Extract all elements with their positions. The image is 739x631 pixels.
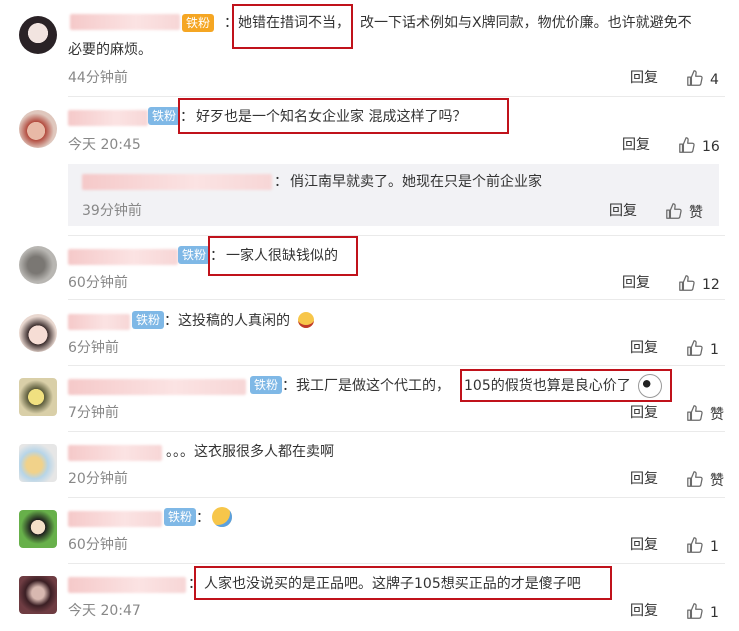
fan-badge: 铁粉 — [178, 246, 211, 264]
grinning-emoji-icon — [298, 312, 315, 328]
username-blurred[interactable] — [68, 577, 186, 593]
timestamp: 今天 20:45 — [68, 137, 141, 153]
thumbs-up-icon — [678, 274, 696, 292]
like-button[interactable]: 12 — [678, 274, 720, 294]
username-blurred[interactable] — [68, 445, 162, 461]
avatar[interactable] — [19, 510, 57, 548]
reply-text: 俏江南早就卖了。她现在只是个前企业家 — [290, 174, 542, 190]
badge-label: 铁粉 — [254, 378, 279, 392]
fan-badge: 铁粉 — [132, 311, 165, 329]
nested-reply: ： 俏江南早就卖了。她现在只是个前企业家 39分钟前 回复 赞 — [68, 164, 719, 226]
reply-button[interactable]: 回复 — [630, 602, 658, 620]
reply-button[interactable]: 回复 — [622, 274, 650, 292]
highlight-box — [194, 566, 612, 600]
timestamp: 44分钟前 — [68, 70, 128, 86]
username-blurred[interactable] — [68, 511, 162, 527]
thumbs-up-icon — [686, 69, 704, 87]
reply-button[interactable]: 回复 — [630, 404, 658, 422]
thumbs-up-icon — [686, 470, 704, 488]
avatar[interactable] — [19, 110, 57, 148]
reply-button[interactable]: 回复 — [622, 136, 650, 154]
timestamp: 7分钟前 — [68, 405, 119, 421]
comment-text: ：这投稿的人真闲的 — [164, 311, 315, 331]
thumbs-up-icon — [686, 536, 704, 554]
reply-button[interactable]: 回复 — [630, 69, 658, 87]
vip-badge: 铁粉 — [182, 14, 215, 32]
highlight-box — [208, 236, 358, 276]
badge-label: 铁粉 — [168, 510, 193, 524]
like-button[interactable]: 1 — [686, 602, 719, 622]
like-count: 16 — [702, 139, 720, 155]
username-blurred[interactable] — [82, 174, 272, 190]
comment-3: 铁粉 ： 一家人很缺钱似的 60分钟前 回复 12 — [0, 236, 739, 300]
like-button[interactable]: 16 — [678, 136, 720, 156]
username-blurred[interactable] — [68, 379, 246, 395]
sleepy-emoji-icon — [212, 507, 232, 527]
like-label: 赞 — [689, 205, 703, 221]
avatar[interactable] — [19, 444, 57, 482]
comment-text: 改一下话术例如与X牌同款，物优价廉。也许就避免不 — [360, 15, 692, 31]
comment-2: 铁粉 ： 好歹也是一个知名女企业家 混成这样了吗？ 今天 20:45 回复 16… — [0, 96, 739, 236]
like-button[interactable]: 赞 — [665, 202, 703, 222]
highlight-box — [178, 98, 509, 134]
reply-button[interactable]: 回复 — [630, 536, 658, 554]
badge-label: 铁粉 — [136, 313, 161, 327]
like-count: 1 — [710, 342, 719, 358]
like-button[interactable]: 1 — [686, 536, 719, 556]
comment-text-line2: 必要的麻烦。 — [68, 42, 152, 58]
username-blurred[interactable] — [68, 110, 148, 126]
comment-6: 。。。这衣服很多人都在卖啊 20分钟前 回复 赞 — [0, 432, 739, 498]
badge-label: 铁粉 — [152, 109, 177, 123]
highlight-box — [232, 4, 353, 49]
timestamp: 20分钟前 — [68, 471, 128, 487]
username-blurred[interactable] — [68, 249, 178, 265]
badge-label: 铁粉 — [186, 16, 211, 30]
highlight-box — [460, 369, 672, 402]
comment-1: 铁粉 ： 她错在措词不当， 改一下话术例如与X牌同款，物优价廉。也许就避免不 必… — [0, 0, 739, 96]
like-count: 1 — [710, 605, 719, 621]
comment-4: 铁粉 ：这投稿的人真闲的 6分钟前 回复 1 — [0, 300, 739, 366]
avatar[interactable] — [19, 314, 57, 352]
thumbs-up-icon — [686, 339, 704, 357]
comment-text-body: ：这投稿的人真闲的 — [164, 313, 290, 329]
username-blurred[interactable] — [68, 314, 130, 330]
timestamp: 60分钟前 — [68, 275, 128, 291]
fan-badge: 铁粉 — [164, 508, 197, 526]
fan-badge: 铁粉 — [148, 107, 181, 125]
reply-button[interactable]: 回复 — [630, 339, 658, 357]
badge-label: 铁粉 — [182, 248, 207, 262]
like-count: 12 — [702, 277, 720, 293]
like-button[interactable]: 赞 — [686, 404, 724, 424]
like-button[interactable]: 1 — [686, 339, 719, 359]
fan-badge: 铁粉 — [250, 376, 283, 394]
thumbs-up-icon — [665, 202, 683, 220]
timestamp: 6分钟前 — [68, 340, 119, 356]
like-button[interactable]: 4 — [686, 69, 719, 89]
like-label: 赞 — [710, 407, 724, 423]
reply-button[interactable]: 回复 — [609, 202, 637, 220]
comment-text: 。。。这衣服很多人都在卖啊 — [166, 444, 334, 460]
username-blurred[interactable] — [70, 14, 180, 30]
comment-7: 铁粉 ： 60分钟前 回复 1 — [0, 498, 739, 564]
comment-5: 铁粉 ：我工厂是做这个代工的， 105的假货也算是良心价了 7分钟前 回复 赞 — [0, 366, 739, 432]
timestamp: 今天 20:47 — [68, 603, 141, 619]
avatar[interactable] — [19, 246, 57, 284]
like-label: 赞 — [710, 473, 724, 489]
thumbs-up-icon — [678, 136, 696, 154]
avatar[interactable] — [19, 576, 57, 614]
like-count: 1 — [710, 539, 719, 555]
thumbs-up-icon — [686, 404, 704, 422]
like-button[interactable]: 赞 — [686, 470, 724, 490]
avatar[interactable] — [19, 378, 57, 416]
timestamp: 60分钟前 — [68, 537, 128, 553]
thumbs-up-icon — [686, 602, 704, 620]
timestamp: 39分钟前 — [82, 203, 142, 219]
reply-text-prefix: ： — [274, 174, 288, 190]
reply-button[interactable]: 回复 — [630, 470, 658, 488]
like-count: 4 — [710, 72, 719, 88]
comment-text: ： — [196, 510, 210, 526]
comment-text: ：我工厂是做这个代工的， — [282, 378, 450, 394]
avatar[interactable] — [19, 16, 57, 54]
comment-8: ： 人家也没说买的是正品吧。这牌子105想买正品的才是傻子吧 今天 20:47 … — [0, 564, 739, 631]
